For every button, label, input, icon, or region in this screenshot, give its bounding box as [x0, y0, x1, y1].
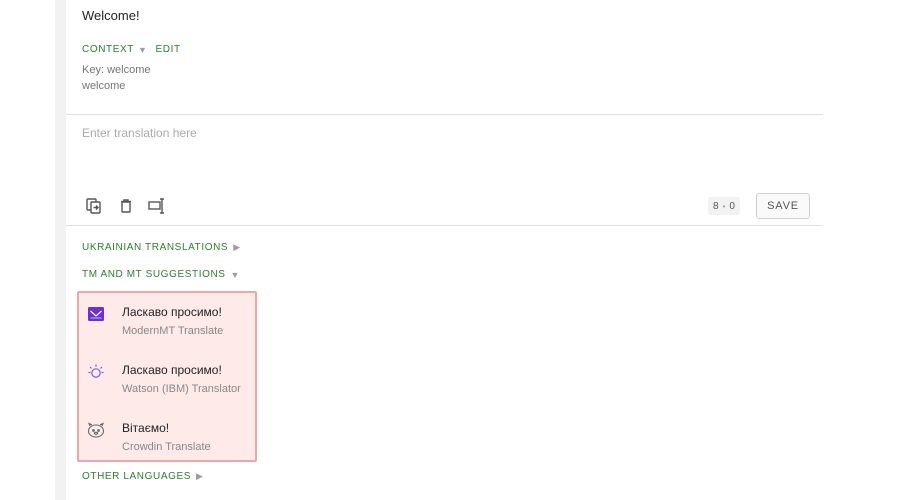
suggestion-item[interactable]: Ласкаво просимо! ModernMT Translate [79, 297, 255, 345]
suggestion-engine: Crowdin Translate [122, 441, 211, 453]
character-counter: 8 • 0 [708, 197, 740, 215]
string-context-text: welcome [82, 80, 126, 92]
context-row: CONTEXT ▼ EDIT [82, 44, 181, 55]
delete-icon[interactable] [116, 196, 136, 216]
counter-source: 8 [713, 200, 719, 212]
edit-context-link[interactable]: EDIT [156, 44, 181, 55]
other-languages-toggle[interactable]: OTHER LANGUAGES ▶ [82, 471, 204, 482]
suggestion-engine: Watson (IBM) Translator [122, 383, 241, 395]
section-label: TM AND MT SUGGESTIONS [82, 269, 226, 280]
section-label: OTHER LANGUAGES [82, 471, 192, 482]
suggestion-text: Ласкаво просимо! [122, 305, 222, 319]
counter-separator: • [722, 201, 726, 211]
suggestion-engine: ModernMT Translate [122, 325, 224, 337]
string-key: Key: welcome [82, 64, 151, 76]
crowdin-icon [87, 421, 105, 439]
copy-source-icon[interactable] [84, 196, 104, 216]
suggestion-text: Вітаємо! [122, 421, 170, 435]
section-label: UKRAINIAN TRANSLATIONS [82, 242, 229, 253]
save-button[interactable]: SAVE [756, 193, 810, 219]
language-translations-toggle[interactable]: UKRAINIAN TRANSLATIONS ▶ [82, 242, 241, 253]
suggestions-toggle[interactable]: TM AND MT SUGGESTIONS ▼ [82, 269, 240, 280]
suggestion-item[interactable]: Вітаємо! Crowdin Translate [79, 413, 255, 461]
watson-icon [87, 363, 105, 381]
caret-down-icon: ▼ [230, 269, 241, 280]
suggestion-text: Ласкаво просимо! [122, 363, 222, 377]
suggestions-list: Ласкаво просимо! ModernMT Translate Ласк… [77, 291, 257, 462]
divider [66, 225, 823, 226]
translation-editor: Welcome! CONTEXT ▼ EDIT Key: welcome wel… [66, 0, 823, 500]
counter-translation: 0 [729, 200, 735, 212]
source-string: Welcome! [82, 8, 140, 23]
left-gutter [55, 0, 66, 500]
modernmt-icon [87, 305, 105, 323]
caret-right-icon: ▶ [233, 242, 241, 252]
divider [66, 114, 823, 115]
text-selection-icon[interactable] [147, 196, 167, 216]
translation-input[interactable] [82, 126, 802, 176]
caret-down-icon[interactable]: ▼ [138, 45, 148, 55]
caret-right-icon: ▶ [196, 471, 204, 481]
context-toggle[interactable]: CONTEXT [82, 44, 134, 55]
suggestion-item[interactable]: Ласкаво просимо! Watson (IBM) Translator [79, 355, 255, 403]
